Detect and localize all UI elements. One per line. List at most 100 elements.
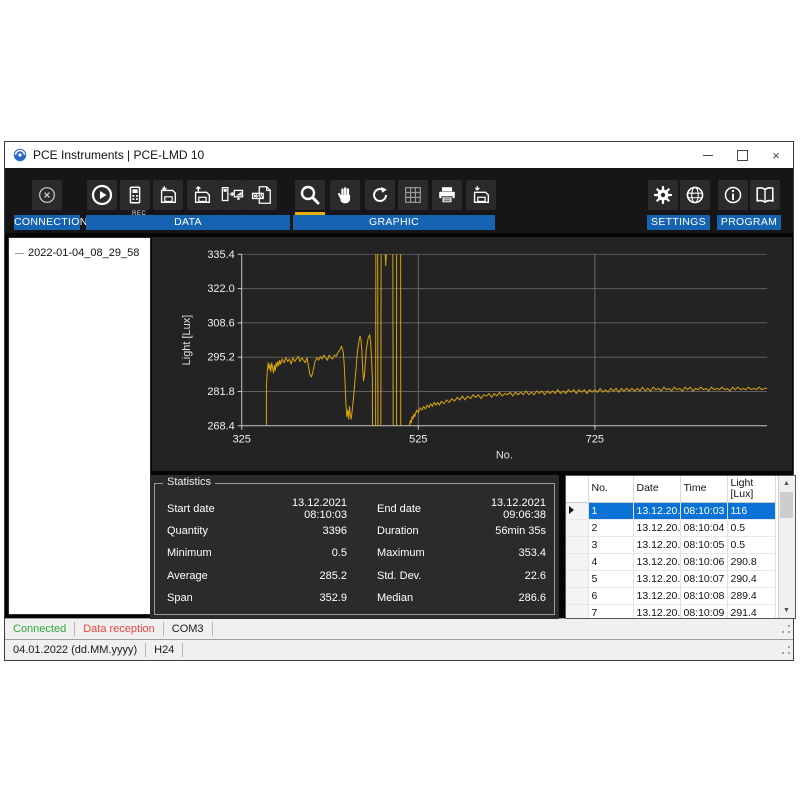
- pan-tool-button[interactable]: [330, 180, 360, 210]
- table-row[interactable]: 213.12.20...08:10:040.5: [566, 520, 775, 537]
- load-data-button[interactable]: [187, 180, 217, 210]
- row-selector-header: [566, 476, 588, 503]
- disconnect-button[interactable]: [32, 180, 62, 210]
- scroll-down-button[interactable]: ▼: [779, 603, 794, 618]
- stat-value: 22.6: [462, 570, 546, 582]
- zoom-tool-button[interactable]: [295, 180, 325, 210]
- table-cell[interactable]: 7: [588, 605, 633, 620]
- table-cell[interactable]: 5: [588, 571, 633, 588]
- table-row[interactable]: 613.12.20...08:10:08289.4: [566, 588, 775, 605]
- save-data-button[interactable]: [153, 180, 183, 210]
- row-selector-cell[interactable]: [566, 605, 588, 620]
- table-cell[interactable]: 6: [588, 588, 633, 605]
- stat-value: 56min 35s: [462, 525, 546, 537]
- stat-value: 352.9: [252, 592, 347, 604]
- stat-label: Quantity: [167, 525, 252, 537]
- scrollbar-thumb[interactable]: [780, 492, 793, 518]
- stat-value: 13.12.2021 08:10:03: [252, 497, 347, 521]
- pan-hand-icon: [334, 184, 356, 206]
- table-cell[interactable]: 0.5: [727, 520, 775, 537]
- statistics-row: Quantity3396Duration56min 35s: [167, 520, 546, 543]
- table-cell[interactable]: 13.12.20...: [633, 588, 680, 605]
- table-row[interactable]: 713.12.20...08:10:09291.4: [566, 605, 775, 620]
- row-selector-cell[interactable]: [566, 520, 588, 537]
- table-cell[interactable]: 08:10:07: [680, 571, 727, 588]
- maximize-button[interactable]: [725, 142, 759, 168]
- y-tick-label: 335.4: [207, 249, 234, 261]
- column-header[interactable]: Time: [680, 476, 727, 503]
- y-tick-label: 281.8: [207, 386, 234, 398]
- manual-button[interactable]: [750, 180, 780, 210]
- column-header[interactable]: Date: [633, 476, 680, 503]
- column-header[interactable]: No.: [588, 476, 633, 503]
- logger-record-icon: [124, 184, 146, 206]
- table-cell[interactable]: 290.8: [727, 554, 775, 571]
- table-cell[interactable]: 08:10:09: [680, 605, 727, 620]
- statistics-row: Start date13.12.2021 08:10:03End date13.…: [167, 497, 546, 520]
- table-cell[interactable]: 1: [588, 503, 633, 520]
- table-cell[interactable]: 4: [588, 554, 633, 571]
- stat-value: 353.4: [462, 547, 546, 559]
- statistics-row: Minimum0.5Maximum353.4: [167, 542, 546, 565]
- light-chart[interactable]: 268.4281.8295.2308.6322.0335.4325525725L…: [152, 237, 792, 471]
- stat-label: End date: [377, 503, 462, 515]
- row-selector-cell[interactable]: [566, 537, 588, 554]
- save-graphic-button[interactable]: [466, 180, 496, 210]
- info-button[interactable]: [718, 180, 748, 210]
- table-row[interactable]: 313.12.20...08:10:050.5: [566, 537, 775, 554]
- row-selector-cell[interactable]: [566, 588, 588, 605]
- table-cell[interactable]: 13.12.20...: [633, 520, 680, 537]
- table-cell[interactable]: 3: [588, 537, 633, 554]
- table-cell[interactable]: 08:10:06: [680, 554, 727, 571]
- table-cell[interactable]: 0.5: [727, 537, 775, 554]
- minimize-button[interactable]: [691, 142, 725, 168]
- app-window: PCE Instruments | PCE-LMD 10 ×: [4, 141, 794, 661]
- status-time-format: H24: [146, 643, 183, 657]
- table-row[interactable]: 413.12.20...08:10:06290.8: [566, 554, 775, 571]
- column-header[interactable]: Light [Lux]: [727, 476, 775, 503]
- table-cell[interactable]: 08:10:08: [680, 588, 727, 605]
- table-cell[interactable]: 13.12.20...: [633, 554, 680, 571]
- disconnect-icon: [36, 184, 58, 206]
- load-data-icon: [191, 184, 213, 206]
- status-bar-format: 04.01.2022 (dd.MM.yyyy)H24: [5, 639, 793, 660]
- play-button[interactable]: [87, 180, 117, 210]
- table-cell[interactable]: 13.12.20...: [633, 537, 680, 554]
- table-cell[interactable]: 08:10:04: [680, 520, 727, 537]
- info-icon: [722, 184, 744, 206]
- row-selector-cell[interactable]: [566, 554, 588, 571]
- table-cell[interactable]: 289.4: [727, 588, 775, 605]
- table-cell[interactable]: 13.12.20...: [633, 571, 680, 588]
- tree-item-measurement[interactable]: 2022-01-04_08_29_58: [9, 238, 150, 259]
- stat-label: Maximum: [377, 547, 462, 559]
- record-device-button[interactable]: [120, 180, 150, 210]
- close-button[interactable]: ×: [759, 142, 793, 168]
- table-cell[interactable]: 08:10:05: [680, 537, 727, 554]
- table-row[interactable]: 113.12.20...08:10:03116: [566, 503, 775, 520]
- title-bar[interactable]: PCE Instruments | PCE-LMD 10 ×: [5, 142, 793, 169]
- scroll-up-button[interactable]: ▲: [779, 476, 794, 491]
- settings-button[interactable]: [648, 180, 678, 210]
- table-cell[interactable]: 291.4: [727, 605, 775, 620]
- table-cell[interactable]: 2: [588, 520, 633, 537]
- table-row[interactable]: 513.12.20...08:10:07290.4: [566, 571, 775, 588]
- table-cell[interactable]: 13.12.20...: [633, 503, 680, 520]
- table-cell[interactable]: 116: [727, 503, 775, 520]
- language-button[interactable]: [680, 180, 710, 210]
- y-tick-label: 295.2: [207, 352, 234, 364]
- table-cell[interactable]: 08:10:03: [680, 503, 727, 520]
- export-csv-button[interactable]: CSV: [247, 180, 277, 210]
- grid-icon: [402, 184, 424, 206]
- row-selector-cell[interactable]: [566, 503, 588, 520]
- table-cell[interactable]: 13.12.20...: [633, 605, 680, 620]
- row-selector-cell[interactable]: [566, 571, 588, 588]
- table-scrollbar[interactable]: ▲ ▼: [778, 476, 795, 618]
- transfer-device-button[interactable]: [217, 180, 247, 210]
- stat-label: Average: [167, 570, 252, 582]
- data-grid[interactable]: No.DateTimeLight [Lux] 113.12.20...08:10…: [566, 476, 776, 619]
- grid-toggle-button[interactable]: [398, 180, 428, 210]
- table-cell[interactable]: 290.4: [727, 571, 775, 588]
- print-button[interactable]: [432, 180, 462, 210]
- reset-zoom-button[interactable]: [365, 180, 395, 210]
- save-data-icon: [157, 184, 179, 206]
